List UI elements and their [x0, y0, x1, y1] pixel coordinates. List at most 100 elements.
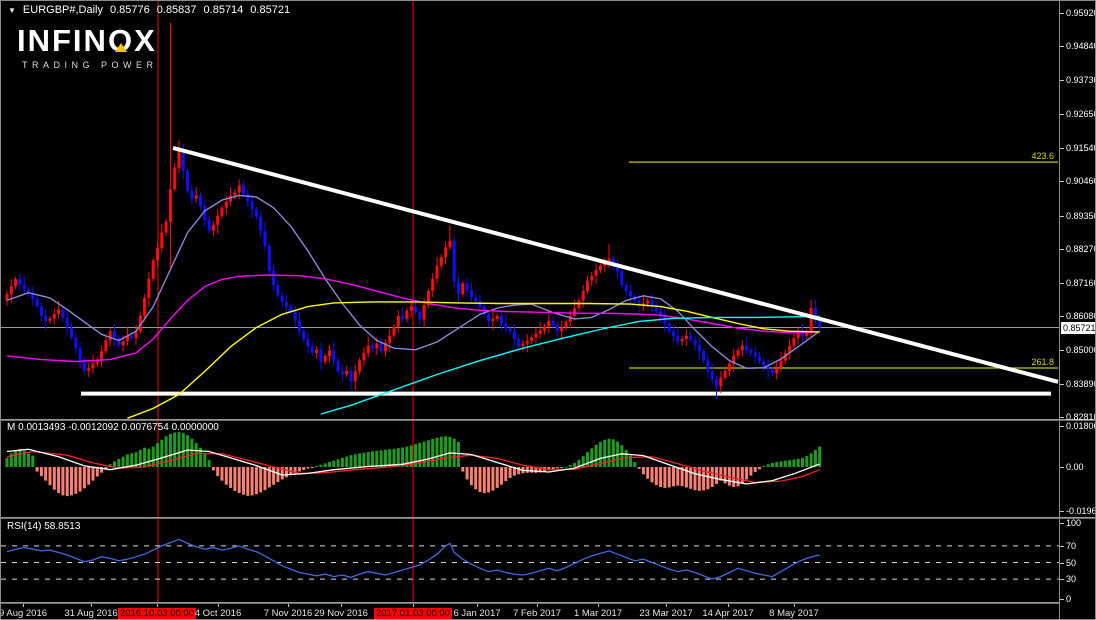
candle [792, 338, 796, 346]
candle [220, 207, 224, 216]
axis-tick [1060, 426, 1064, 427]
price-pane[interactable] [1, 1, 1059, 419]
candle [439, 257, 443, 266]
axis-label: 0.93730 [1066, 75, 1096, 85]
axis-label: 0.94840 [1066, 41, 1096, 51]
candle [598, 265, 602, 271]
fib-261-label[interactable]: 261.8 [1031, 357, 1054, 367]
symbol-period-label: EURGBP#,Daily [22, 4, 103, 16]
candle [452, 240, 456, 282]
candle [809, 308, 813, 332]
candle [448, 240, 452, 248]
fib-423-label[interactable]: 423.6 [1031, 151, 1054, 161]
candle [422, 305, 426, 320]
axis-corner [1059, 604, 1095, 619]
candle [543, 326, 546, 331]
candle [18, 279, 22, 285]
candle [512, 331, 516, 339]
candle [345, 370, 349, 375]
candle [164, 221, 168, 233]
candle [349, 370, 353, 382]
axis-label: 0.86080 [1066, 311, 1096, 321]
candle [306, 338, 310, 347]
date-axis[interactable]: 9 Aug 2016 31 Aug 2016 2016.10.03 00:00 4 O… [1, 604, 1059, 619]
candle [151, 260, 155, 279]
candle [504, 323, 508, 329]
axis-tick [1060, 599, 1064, 600]
candle [100, 351, 104, 361]
candle [379, 343, 383, 352]
date-label: 4 Oct 2016 [194, 608, 242, 619]
candle [495, 315, 499, 319]
pane-divider-main-macd[interactable] [1, 419, 1095, 421]
axis-label: 0.85000 [1066, 345, 1096, 355]
candle [672, 331, 675, 336]
candle [340, 371, 344, 375]
macd-axis[interactable]: 0.0180627 0.00 -0.0196856 [1059, 421, 1095, 517]
candle [336, 360, 340, 372]
candle [237, 185, 241, 193]
candle [259, 216, 263, 231]
candle [547, 320, 551, 327]
candle [272, 271, 276, 285]
pane-divider-macd-rsi[interactable] [1, 517, 1095, 519]
candle [194, 195, 198, 199]
date-label: 23 Mar 2017 [639, 608, 693, 619]
candle [521, 343, 525, 347]
axis-tick [1060, 80, 1064, 81]
candle [487, 314, 491, 322]
axis-label: 0.92650 [1066, 109, 1096, 119]
candle [629, 291, 632, 297]
candle [35, 298, 39, 307]
candle [736, 350, 740, 356]
candle [727, 363, 731, 371]
axis-label: 0.87160 [1066, 278, 1096, 288]
date-tickmark [598, 604, 599, 607]
candle [577, 300, 581, 309]
candle [143, 297, 147, 316]
candle [371, 345, 374, 349]
trendline[interactable] [172, 145, 1059, 384]
candle [353, 371, 357, 382]
date-label: 7 Feb 2017 [512, 608, 562, 619]
date-label: 8 May 2017 [769, 608, 819, 619]
axis-label: 50 [1066, 558, 1077, 568]
axis-tick [1060, 216, 1064, 217]
candle [723, 370, 727, 378]
candle [293, 311, 297, 321]
price-axis[interactable]: 0.95920 0.94840 0.93730 0.92650 0.91540 0.904… [1059, 1, 1096, 422]
quote-open: 0.85776 [110, 4, 150, 16]
collapse-chart-icon[interactable]: ▼ [8, 6, 16, 15]
date-label: 1 Mar 2017 [573, 608, 623, 619]
date-tickmark [477, 604, 478, 607]
candle [358, 360, 362, 372]
candle [530, 337, 534, 341]
infinox-logo: INFINO X TRADING POWER [17, 23, 158, 71]
candle [444, 247, 448, 258]
candle [44, 315, 48, 321]
candle [465, 283, 469, 291]
date-label: 6 Jan 2017 [453, 608, 501, 619]
candle [323, 355, 327, 362]
candle [289, 306, 293, 312]
candle [160, 232, 164, 248]
axis-label: 0.91540 [1066, 143, 1096, 153]
candle [654, 306, 658, 312]
candle [396, 315, 400, 327]
rsi-pane[interactable] [1, 519, 1059, 602]
rsi-axis[interactable]: 100 70 50 30 0 [1059, 518, 1095, 604]
axis-tick [1060, 350, 1064, 351]
candle [392, 326, 396, 336]
candle [719, 377, 723, 387]
candle [667, 323, 671, 332]
candle [461, 283, 465, 295]
date-tickmark [218, 604, 219, 607]
candle [624, 284, 628, 292]
candle [108, 331, 112, 341]
macd-pane[interactable] [1, 421, 1059, 517]
candle [310, 346, 314, 353]
date-tickmark [537, 604, 538, 607]
logo-wordmark: INFINO X [17, 23, 157, 58]
candle [52, 313, 56, 319]
event-date-label: 2017.01.03 00:00 [374, 608, 452, 619]
